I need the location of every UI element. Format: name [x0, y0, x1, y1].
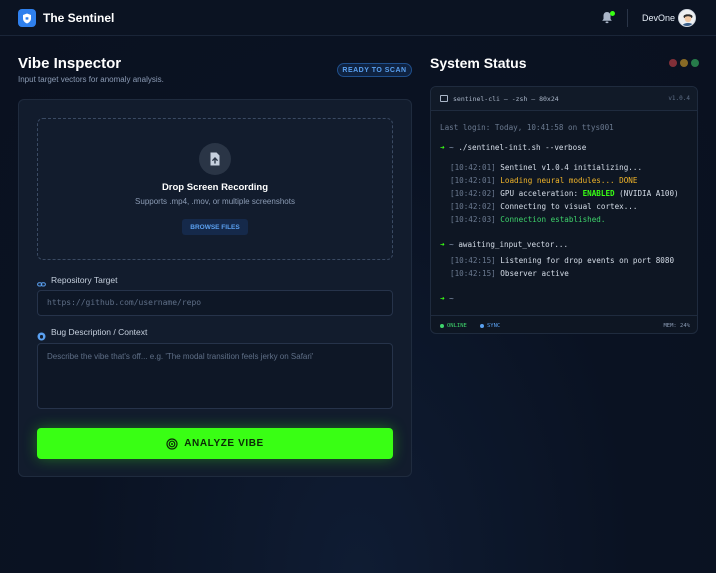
system-status-title: System Status — [430, 55, 527, 71]
terminal-icon — [440, 95, 448, 102]
command-line-1: ➜ ~ ./sentinel-init.sh --verbose — [440, 143, 586, 152]
prompt-tilde: ~ — [449, 240, 454, 249]
status-badge: READY TO SCAN — [337, 63, 412, 77]
window-dot-green — [691, 59, 699, 67]
log-timestamp: [10:42:02] — [450, 202, 496, 211]
prompt-tilde: ~ — [449, 294, 454, 303]
command-text: awaiting_input_vector... — [458, 240, 569, 249]
command-line-2: ➜ ~ awaiting_input_vector... — [440, 240, 568, 249]
log-line: [10:42:15] Listening for drop events on … — [450, 256, 674, 265]
link-icon — [37, 276, 46, 287]
target-icon — [166, 437, 178, 450]
log-line: [10:42:01] Sentinel v1.0.4 initializing.… — [450, 163, 642, 172]
bug-description-label: Bug Description / Context — [51, 327, 148, 337]
notification-dot — [610, 11, 615, 16]
online-label: ONLINE — [447, 323, 467, 329]
terminal-window[interactable]: sentinel-cli — -zsh — 80x24 v1.0.4 Last … — [430, 86, 698, 334]
repo-input[interactable]: https://github.com/username/repo — [37, 290, 393, 316]
prompt-arrow-icon: ➜ — [440, 294, 445, 303]
avatar[interactable] — [678, 9, 696, 27]
sync-label: SYNC — [487, 323, 501, 329]
analyze-button-label: ANALYZE VIBE — [184, 438, 264, 449]
gpu-model-text: (NVIDIA A100) — [614, 189, 679, 198]
bug-icon — [37, 328, 46, 341]
log-message: Listening for drop events on port 8080 — [500, 256, 675, 265]
log-timestamp: [10:42:01] — [450, 176, 496, 185]
log-message: Observer active — [500, 269, 569, 278]
analyze-vibe-button[interactable]: ANALYZE VIBE — [37, 428, 393, 459]
prompt-tilde: ~ — [449, 143, 454, 152]
log-line: [10:42:01] Loading neural modules... DON… — [450, 176, 637, 185]
log-timestamp: [10:42:15] — [450, 269, 496, 278]
log-timestamp: [10:42:15] — [450, 256, 496, 265]
gpu-enabled-text: ENABLED — [582, 189, 615, 198]
log-message: GPU acceleration: — [500, 189, 583, 198]
user-name[interactable]: DevOne — [642, 13, 675, 23]
page-subtitle: Input target vectors for anomaly analysi… — [18, 75, 164, 84]
file-upload-icon — [199, 143, 231, 175]
online-dot — [440, 323, 444, 328]
log-timestamp: [10:42:03] — [450, 215, 496, 224]
top-header: The Sentinel DevOne — [0, 0, 716, 36]
log-message: Connection established. — [500, 215, 606, 224]
log-timestamp: [10:42:02] — [450, 189, 496, 198]
dropzone-title: Drop Screen Recording — [161, 182, 269, 193]
repo-label: Repository Target — [51, 275, 118, 285]
memory-usage: MEM: 24% — [663, 323, 691, 329]
terminal-title: sentinel-cli — -zsh — 80x24 — [453, 95, 559, 103]
header-divider — [627, 9, 628, 27]
window-dot-yellow — [680, 59, 688, 67]
window-dot-red — [669, 59, 677, 67]
sync-status: SYNC — [480, 323, 500, 329]
terminal-footer: ONLINE SYNC MEM: 24% — [431, 315, 697, 333]
command-line-3: ➜ ~ — [440, 294, 454, 303]
log-message: Sentinel v1.0.4 initializing... — [500, 163, 643, 172]
log-line: [10:42:02] GPU acceleration: ENABLED (NV… — [450, 189, 679, 198]
log-line: [10:42:15] Observer active — [450, 269, 569, 278]
prompt-arrow-icon: ➜ — [440, 143, 445, 152]
page-title: Vibe Inspector — [18, 55, 122, 72]
sync-dot — [480, 323, 484, 328]
app-title: The Sentinel — [43, 11, 115, 25]
dropzone-subtitle: Supports .mp4, .mov, or multiple screens… — [135, 197, 295, 206]
prompt-arrow-icon: ➜ — [440, 240, 445, 249]
last-login-line: Last login: Today, 10:41:58 on ttys001 — [440, 123, 614, 132]
log-message: Connecting to visual cortex... — [500, 202, 638, 211]
log-line: [10:42:03] Connection established. — [450, 215, 605, 224]
browse-files-button[interactable]: BROWSE FILES — [182, 219, 248, 235]
bug-description-textarea[interactable]: Describe the vibe that's off... e.g. 'Th… — [37, 343, 393, 409]
log-line: [10:42:02] Connecting to visual cortex..… — [450, 202, 637, 211]
log-message: Loading neural modules... DONE — [500, 176, 638, 185]
shield-icon[interactable] — [18, 9, 36, 27]
terminal-version: v1.0.4 — [668, 95, 690, 102]
online-status: ONLINE — [440, 323, 467, 329]
log-timestamp: [10:42:01] — [450, 163, 496, 172]
command-text: ./sentinel-init.sh --verbose — [458, 143, 587, 152]
terminal-header: sentinel-cli — -zsh — 80x24 v1.0.4 — [431, 87, 697, 111]
